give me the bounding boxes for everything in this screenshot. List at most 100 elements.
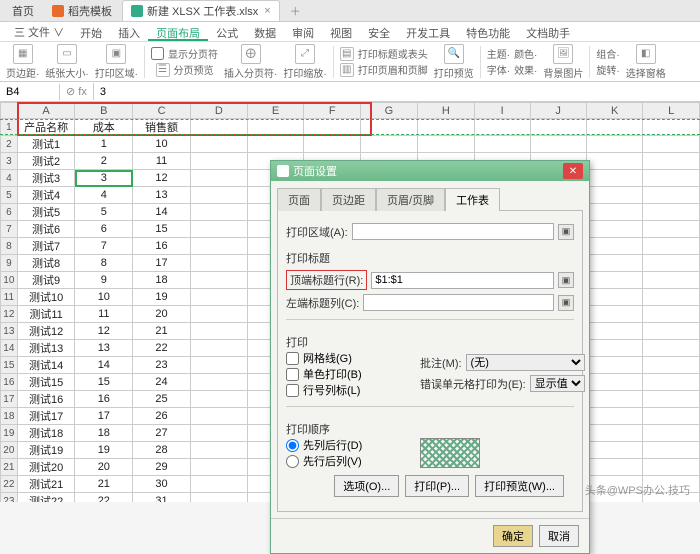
dialog-titlebar[interactable]: 页面设置 ✕ (271, 161, 589, 181)
col-header[interactable]: H (417, 103, 474, 119)
cell[interactable]: 21 (133, 323, 191, 340)
cell[interactable]: 测试18 (17, 425, 75, 442)
row-header[interactable]: 17 (1, 391, 18, 408)
cell[interactable]: 测试10 (17, 289, 75, 306)
cell[interactable]: 10 (133, 136, 191, 153)
cell[interactable]: 2 (75, 153, 133, 170)
name-box[interactable]: B4 (0, 84, 60, 100)
row-header[interactable]: 22 (1, 476, 18, 493)
row-header[interactable]: 15 (1, 357, 18, 374)
cell[interactable]: 测试17 (17, 408, 75, 425)
row-header[interactable]: 19 (1, 425, 18, 442)
formula-input[interactable]: 3 (94, 84, 700, 100)
col-header[interactable]: J (530, 103, 586, 119)
cell[interactable]: 测试8 (17, 255, 75, 272)
row-header[interactable]: 10 (1, 272, 18, 289)
tab-file[interactable]: 新建 XLSX 工作表.xlsx × (122, 0, 280, 21)
cancel-button[interactable]: 取消 (539, 525, 579, 547)
cell[interactable]: 测试16 (17, 391, 75, 408)
cell[interactable]: 3 (75, 170, 133, 187)
col-header[interactable]: E (247, 103, 304, 119)
cell[interactable]: 31 (133, 493, 191, 503)
cell[interactable]: 16 (75, 391, 133, 408)
dialog-close-button[interactable]: ✕ (563, 163, 583, 179)
cell[interactable]: 21 (75, 476, 133, 493)
cell[interactable]: 27 (133, 425, 191, 442)
cell[interactable]: 12 (133, 170, 191, 187)
menu-file[interactable]: 三 文件 ∨ (6, 22, 72, 41)
row-header[interactable]: 14 (1, 340, 18, 357)
cell[interactable]: 测试11 (17, 306, 75, 323)
cell[interactable]: 17 (75, 408, 133, 425)
dialog-tab[interactable]: 页边距 (321, 188, 376, 211)
cell[interactable]: 28 (133, 442, 191, 459)
col-header[interactable]: F (304, 103, 361, 119)
cell[interactable]: 测试21 (17, 476, 75, 493)
cell[interactable]: 成本 (75, 119, 133, 136)
col-header[interactable]: I (474, 103, 530, 119)
col-header[interactable]: A (17, 103, 75, 119)
cell[interactable]: 测试7 (17, 238, 75, 255)
cell[interactable]: 产品名称 (17, 119, 75, 136)
tab-home[interactable]: 首页 (4, 1, 42, 21)
cell[interactable]: 1 (75, 136, 133, 153)
show-pagebreak-checkbox[interactable] (151, 47, 164, 60)
menu-开发工具[interactable]: 开发工具 (398, 22, 458, 41)
cell[interactable]: 23 (133, 357, 191, 374)
cell[interactable]: 测试14 (17, 357, 75, 374)
cell[interactable]: 16 (133, 238, 191, 255)
errors-select[interactable]: 显示值 (530, 375, 585, 392)
cell[interactable]: 20 (133, 306, 191, 323)
range-picker-icon[interactable]: ▣ (558, 295, 574, 311)
menu-插入[interactable]: 插入 (110, 22, 148, 41)
ribbon-group[interactable]: 组合· 旋转· (596, 46, 619, 77)
close-icon[interactable]: × (264, 5, 270, 17)
ribbon-selection-pane[interactable]: ◧选择窗格 (626, 44, 666, 80)
cell[interactable]: 测试22 (17, 493, 75, 503)
cell[interactable]: 12 (75, 323, 133, 340)
cell[interactable]: 4 (75, 187, 133, 204)
top-row-input[interactable] (371, 272, 554, 289)
row-header[interactable]: 16 (1, 374, 18, 391)
cell[interactable]: 销售额 (133, 119, 191, 136)
range-picker-icon[interactable]: ▣ (558, 272, 574, 288)
row-header[interactable]: 20 (1, 442, 18, 459)
cell[interactable]: 7 (75, 238, 133, 255)
cell[interactable]: 18 (75, 425, 133, 442)
dialog-tab[interactable]: 页眉/页脚 (376, 188, 445, 211)
dialog-tab[interactable]: 页面 (277, 188, 321, 211)
ribbon-paper-size[interactable]: ▭纸张大小· (45, 44, 88, 80)
cell[interactable]: 22 (75, 493, 133, 503)
print-area-input[interactable] (352, 223, 554, 240)
cell[interactable]: 11 (75, 306, 133, 323)
radio-over[interactable]: 先行后列(V) (286, 453, 396, 469)
cell[interactable]: 19 (133, 289, 191, 306)
fx-icon[interactable]: ⊘ fx (60, 83, 94, 100)
cell[interactable]: 15 (133, 221, 191, 238)
cell[interactable]: 30 (133, 476, 191, 493)
ribbon-insert-break[interactable]: ⨁插入分页符· (224, 44, 277, 80)
menu-开始[interactable]: 开始 (72, 22, 110, 41)
ok-button[interactable]: 确定 (493, 525, 533, 547)
row-header[interactable]: 7 (1, 221, 18, 238)
row-header[interactable]: 12 (1, 306, 18, 323)
tab-template[interactable]: 稻壳模板 (44, 1, 120, 21)
cell[interactable]: 15 (75, 374, 133, 391)
cell[interactable]: 19 (75, 442, 133, 459)
cell[interactable]: 13 (75, 340, 133, 357)
menu-审阅[interactable]: 审阅 (284, 22, 322, 41)
menu-页面布局[interactable]: 页面布局 (148, 22, 208, 41)
ribbon-page-break[interactable]: 显示分页符 ☰分页预览 (151, 46, 218, 77)
row-header[interactable]: 4 (1, 170, 18, 187)
row-header[interactable]: 18 (1, 408, 18, 425)
cell[interactable]: 6 (75, 221, 133, 238)
options-button[interactable]: 选项(O)... (334, 475, 399, 497)
cb-headers[interactable]: 行号列标(L) (286, 382, 396, 398)
cb-monochrome[interactable]: 单色打印(B) (286, 366, 396, 382)
cell[interactable]: 测试6 (17, 221, 75, 238)
ribbon-print-scale[interactable]: ⤢打印缩放· (283, 44, 326, 80)
row-header[interactable]: 23 (1, 493, 18, 503)
radio-down[interactable]: 先列后行(D) (286, 437, 396, 453)
cell[interactable]: 5 (75, 204, 133, 221)
new-tab-button[interactable]: ＋ (282, 1, 309, 21)
